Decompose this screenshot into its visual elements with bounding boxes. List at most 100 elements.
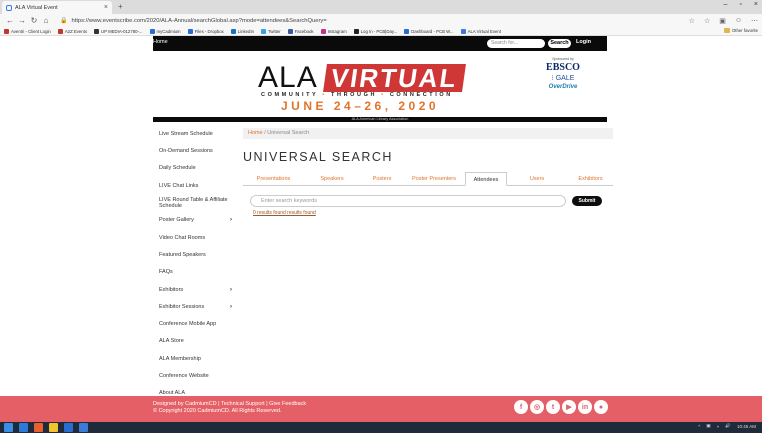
submit-button[interactable]: Submit: [572, 196, 602, 206]
ebsco-logo[interactable]: EBSCO: [528, 62, 598, 73]
sidebar-item[interactable]: LIVE Round Table & Affiliate Schedule: [153, 195, 235, 212]
tagline-dot: •: [381, 92, 386, 98]
tagline-word: COMMUNITY: [261, 92, 319, 98]
close-window-button[interactable]: ×: [754, 1, 758, 8]
bookmark-item[interactable]: Instagram: [320, 28, 347, 34]
tray-battery-icon[interactable]: ◗: [717, 424, 720, 429]
new-tab-button[interactable]: +: [118, 2, 123, 11]
site-search-input[interactable]: Search for...: [487, 39, 545, 48]
bookmark-item[interactable]: Aventri - Client Login: [4, 28, 51, 34]
gale-logo[interactable]: ⁝ GALE: [528, 74, 598, 82]
sidebar-item[interactable]: ALA Membership: [153, 351, 235, 368]
address-bar-icons: ☆ ☆ ▣ ☺ ⋯: [689, 17, 758, 25]
sidebar-item-label: Poster Gallery: [159, 217, 194, 224]
footer-links[interactable]: Designed by CadmiumCD | Technical Suppor…: [153, 401, 306, 407]
collections-icon[interactable]: ▣: [719, 17, 726, 25]
bookmark-item[interactable]: myCadmium: [149, 28, 181, 34]
bookmark-item[interactable]: Facebook: [287, 28, 314, 34]
ala-logo-text: ALA: [258, 61, 318, 94]
search-tab[interactable]: Presentations: [251, 172, 296, 186]
tray-network-icon[interactable]: ▣: [706, 423, 710, 429]
search-tab[interactable]: Poster Presenters: [408, 172, 460, 186]
results-found-link[interactable]: 0 results found results found: [253, 210, 316, 216]
firefox-icon[interactable]: [34, 423, 43, 432]
browser-tab[interactable]: ALA Virtual Event ×: [2, 1, 112, 14]
start-icon[interactable]: [4, 423, 13, 432]
sidebar-item[interactable]: FAQs: [153, 264, 235, 281]
more-menu-icon[interactable]: ⋯: [751, 17, 758, 25]
outlook-icon[interactable]: [64, 423, 73, 432]
sidebar-item[interactable]: Daily Schedule: [153, 161, 235, 178]
search-tab[interactable]: Attendees: [465, 172, 507, 186]
search-tab[interactable]: Users: [523, 172, 551, 186]
search-keywords-input[interactable]: Enter search keywords: [250, 195, 566, 207]
clock[interactable]: 10:45 AM: [737, 424, 756, 429]
search-tab[interactable]: Exhibitors: [568, 172, 613, 186]
bookmark-item[interactable]: ALA Virtual Event: [460, 28, 501, 34]
tray-chevron-icon[interactable]: ^: [698, 424, 700, 429]
browser-tab-strip: ALA Virtual Event × + – ▫ ×: [0, 0, 762, 14]
bookmark-item[interactable]: Twitter: [261, 28, 281, 34]
nav-home-link[interactable]: Home: [153, 39, 168, 45]
bookmark-label: Aventri - Client Login: [11, 28, 51, 34]
login-link[interactable]: Login: [576, 39, 591, 45]
chevron-right-icon: ›: [230, 217, 232, 224]
sidebar-item[interactable]: Poster Gallery ›: [153, 212, 235, 229]
search-tab[interactable]: Posters: [368, 172, 396, 186]
sidebar-item[interactable]: ALA Store: [153, 334, 235, 351]
ala-virtual-logo[interactable]: ALA VIRTUAL: [258, 61, 466, 94]
sidebar-item-label: ALA Membership: [159, 355, 201, 362]
site-top-nav: Home Search for... Search Login: [153, 36, 607, 51]
bookmark-item[interactable]: A2Z Events: [57, 28, 87, 34]
edge-icon[interactable]: [19, 423, 28, 432]
association-bar: ALA American Library Association: [153, 117, 607, 122]
sidebar-item[interactable]: Conference Website: [153, 368, 235, 385]
bookmark-label: ALA Virtual Event: [467, 28, 501, 34]
minimize-button[interactable]: –: [724, 1, 728, 8]
other-favorites[interactable]: Other favorite: [723, 28, 758, 33]
sidebar-item[interactable]: Featured Speakers: [153, 247, 235, 264]
search-tab[interactable]: Speakers: [313, 172, 351, 186]
back-arrow-icon[interactable]: ←: [4, 16, 16, 25]
maximize-button[interactable]: ▫: [739, 1, 741, 8]
browser-icon[interactable]: [79, 423, 88, 432]
bookmark-item[interactable]: Files - Dropbox: [187, 28, 224, 34]
file-explorer-icon[interactable]: [49, 423, 58, 432]
refresh-icon[interactable]: ↻: [28, 16, 40, 25]
sidebar-item[interactable]: Exhibitor Sessions ›: [153, 299, 235, 316]
instagram-icon[interactable]: ◎: [530, 400, 544, 414]
facebook-icon[interactable]: f: [514, 400, 528, 414]
breadcrumb-home-link[interactable]: Home: [248, 130, 263, 136]
tray-volume-icon[interactable]: 🔊: [725, 423, 731, 429]
bookmark-label: Facebook: [294, 28, 314, 34]
sidebar-item[interactable]: Video Chat Rooms: [153, 230, 235, 247]
folder-icon: [723, 28, 730, 33]
overdrive-logo[interactable]: OverDrive: [528, 84, 598, 90]
home-icon[interactable]: ⌂: [40, 16, 52, 25]
sidebar-item[interactable]: Conference Mobile App: [153, 316, 235, 333]
favorite-star-icon[interactable]: ☆: [689, 17, 695, 25]
sidebar-item[interactable]: On-Demand Sessions: [153, 143, 235, 160]
forward-arrow-icon[interactable]: →: [16, 16, 28, 25]
tab-close-icon[interactable]: ×: [104, 4, 108, 11]
bookmark-item[interactable]: LinkedIn: [230, 28, 254, 34]
bookmark-item[interactable]: Log In - PCB|Day...: [353, 28, 397, 34]
favorites-list-icon[interactable]: ☆: [704, 17, 710, 25]
twitter-icon[interactable]: t: [546, 400, 560, 414]
linkedin-icon[interactable]: in: [578, 400, 592, 414]
youtube-icon[interactable]: ▶: [562, 400, 576, 414]
flickr-icon[interactable]: ●: [594, 400, 608, 414]
sidebar-item-label: Conference Mobile App: [159, 321, 217, 328]
profile-icon[interactable]: ☺: [735, 17, 742, 25]
sidebar-item[interactable]: About ALA: [153, 385, 235, 396]
sidebar-item[interactable]: LIVE Chat Links: [153, 178, 235, 195]
site-search-button[interactable]: Search: [548, 39, 571, 48]
sidebar-item[interactable]: Exhibitors ›: [153, 282, 235, 299]
sidebar-item[interactable]: Live Stream Schedule: [153, 126, 235, 143]
lock-icon: 🔒: [60, 18, 68, 24]
bookmark-favicon-icon: [261, 28, 267, 34]
bookmark-item[interactable]: Dashboard - PCB W...: [404, 28, 454, 34]
url-field[interactable]: https://www.eventscribe.com/2020/ALA-Ann…: [71, 18, 688, 24]
bookmark-item[interactable]: UP MEDIA-012780-...: [94, 28, 143, 34]
footer-copyright: © Copyright 2020 CadmiumCD. All Rights R…: [153, 408, 282, 414]
